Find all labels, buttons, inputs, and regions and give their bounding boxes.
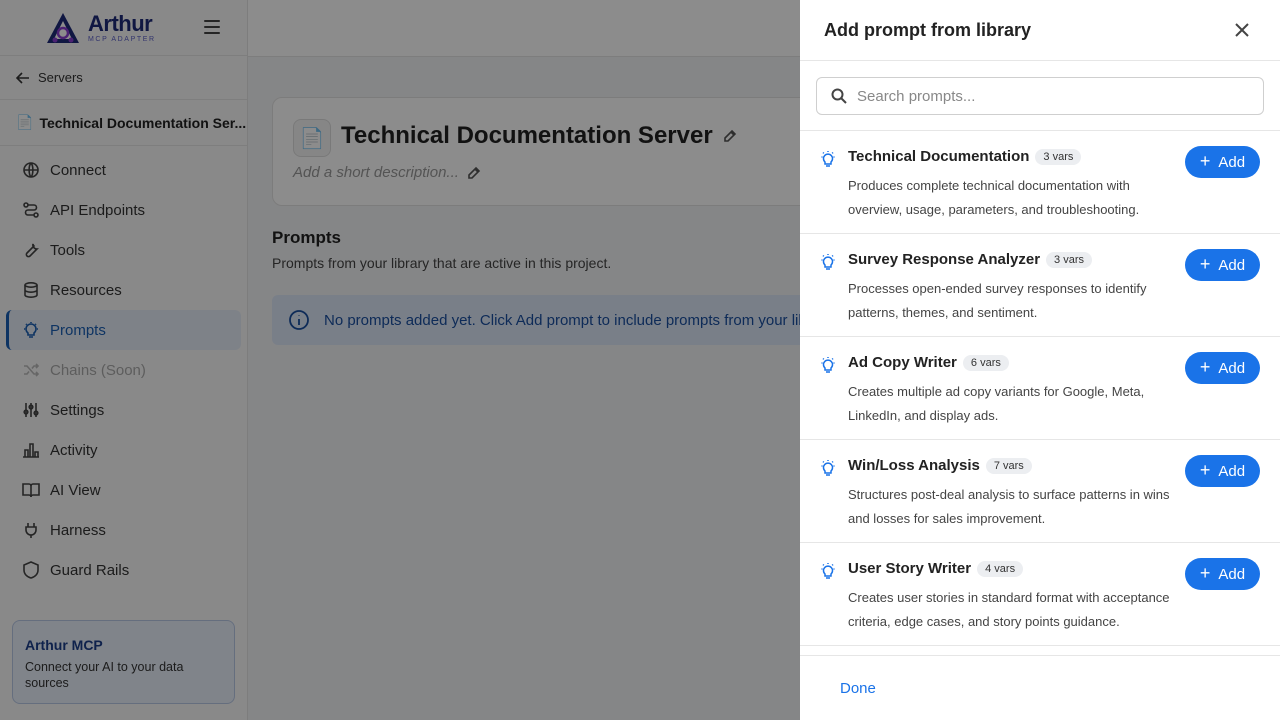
prompt-item: Technical Documentation 3 vars Produces … <box>800 131 1280 234</box>
add-prompt-button[interactable]: + Add <box>1185 352 1260 384</box>
drawer-footer: Done <box>800 655 1280 720</box>
close-icon <box>1235 23 1249 37</box>
add-prompt-button[interactable]: + Add <box>1185 558 1260 590</box>
bulb-icon <box>820 150 836 168</box>
prompt-title: Survey Response Analyzer <box>848 251 1041 268</box>
done-button[interactable]: Done <box>840 680 876 697</box>
prompt-item: Ad Copy Writer 6 vars Creates multiple a… <box>800 337 1280 440</box>
prompt-item: Win/Loss Analysis 7 vars Structures post… <box>800 440 1280 543</box>
prompt-title: Win/Loss Analysis <box>848 457 980 474</box>
add-prompt-button[interactable]: + Add <box>1185 146 1260 178</box>
prompt-description: Processes open-ended survey responses to… <box>848 281 1147 320</box>
drawer-title: Add prompt from library <box>824 19 1032 40</box>
search-input[interactable] <box>857 87 1237 105</box>
vars-badge: 6 vars <box>962 354 1009 371</box>
vars-badge: 3 vars <box>1035 148 1082 165</box>
prompt-item: User Story Writer 4 vars Creates user st… <box>800 543 1280 646</box>
prompt-item: Survey Response Analyzer 3 vars Processe… <box>800 234 1280 337</box>
search-icon <box>831 88 847 104</box>
prompt-title: Ad Copy Writer <box>848 354 957 371</box>
plus-icon: + <box>1199 357 1211 377</box>
search-box[interactable] <box>816 77 1264 115</box>
prompt-description: Creates user stories in standard format … <box>848 590 1170 629</box>
add-prompt-button[interactable]: + Add <box>1185 249 1260 281</box>
prompt-description: Structures post-deal analysis to surface… <box>848 487 1170 526</box>
close-button[interactable] <box>1232 20 1252 40</box>
plus-icon: + <box>1199 254 1211 274</box>
drawer-header: Add prompt from library <box>800 0 1280 61</box>
prompt-list: Technical Documentation 3 vars Produces … <box>800 131 1280 656</box>
plus-icon: + <box>1199 563 1211 583</box>
vars-badge: 3 vars <box>1046 251 1092 268</box>
search-section <box>800 61 1280 131</box>
modal-backdrop[interactable] <box>0 0 800 720</box>
vars-badge: 4 vars <box>977 560 1024 577</box>
prompt-title: Technical Documentation <box>848 148 1030 165</box>
prompt-description: Creates multiple ad copy variants for Go… <box>848 384 1145 423</box>
plus-icon: + <box>1199 151 1211 171</box>
vars-badge: 7 vars <box>985 457 1032 474</box>
bulb-icon <box>820 356 836 374</box>
bulb-icon <box>820 253 836 271</box>
add-prompt-drawer: Add prompt from library Technical Docume… <box>800 0 1280 720</box>
prompt-description: Produces complete technical documentatio… <box>848 178 1140 217</box>
add-prompt-button[interactable]: + Add <box>1185 455 1260 487</box>
plus-icon: + <box>1199 460 1211 480</box>
bulb-icon <box>820 459 836 477</box>
prompt-title: User Story Writer <box>848 560 972 577</box>
bulb-icon <box>820 562 836 580</box>
